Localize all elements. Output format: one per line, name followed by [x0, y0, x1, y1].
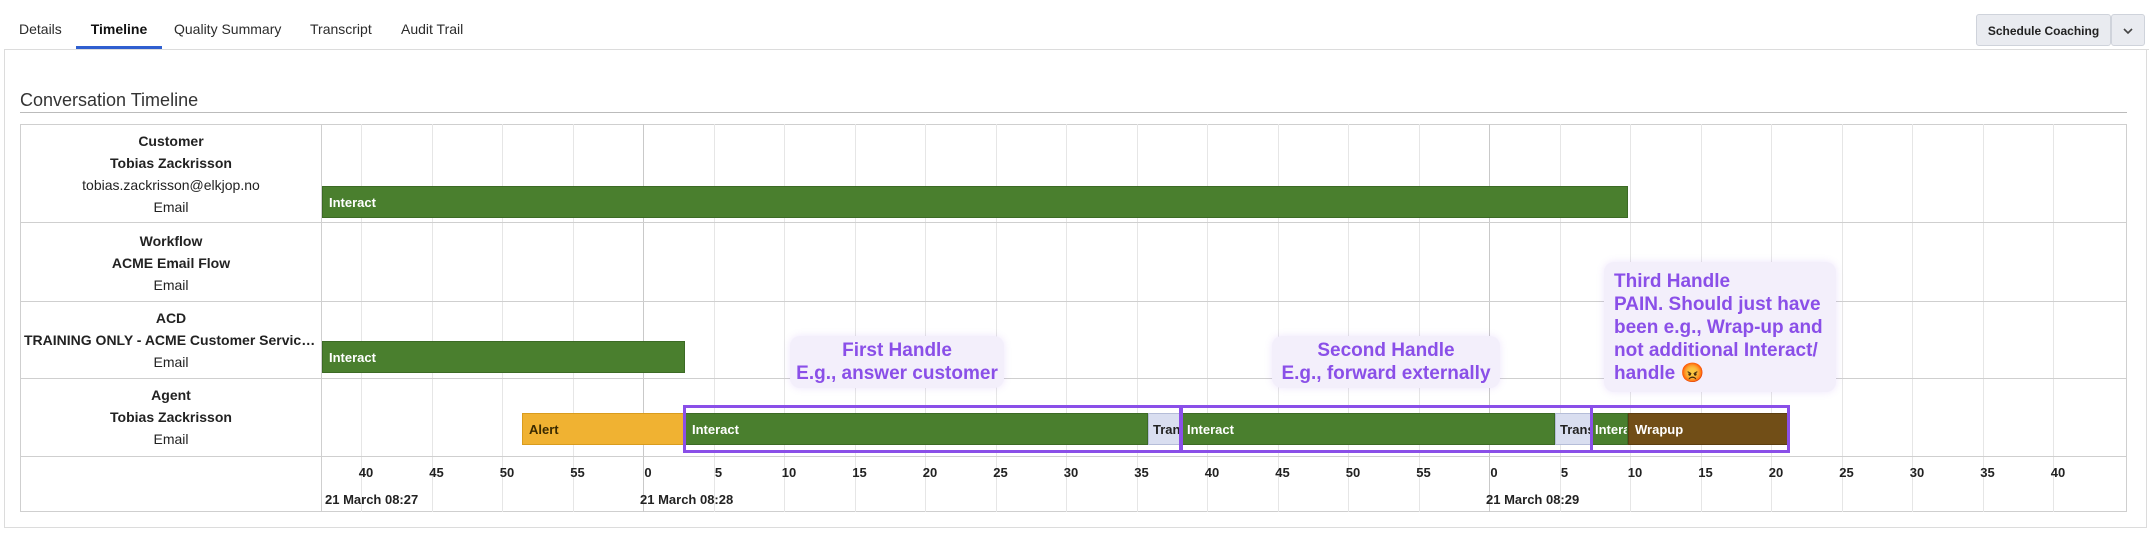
gridline [1559, 124, 1561, 512]
time-tick-label: 35 [1980, 465, 1995, 480]
participant-type: Workflow [139, 233, 203, 249]
gridline [572, 124, 574, 512]
chevron-down-icon [2123, 28, 2133, 35]
schedule-coaching-dropdown-button[interactable] [2111, 14, 2145, 46]
tab-timeline[interactable]: Timeline [76, 0, 162, 49]
time-tick-label: 30 [1063, 465, 1079, 480]
note-title: Second Handle [1317, 340, 1455, 361]
row-label-workflow: Workflow ACME Email Flow Email [20, 230, 322, 296]
time-tick-label: 30 [1909, 465, 1925, 480]
section-divider [20, 112, 2127, 113]
second-handle-highlight [1180, 405, 1593, 453]
time-tick-label: 35 [1134, 465, 1149, 480]
gridline [1277, 124, 1279, 512]
time-tick-label: 25 [1839, 465, 1854, 480]
row-divider [20, 222, 2127, 223]
row-label-acd: ACD TRAINING ONLY - ACME Customer Servic… [20, 307, 322, 373]
time-tick-label: 55 [570, 465, 585, 480]
time-tick-label: 0 [644, 465, 652, 480]
time-tick-label: 20 [922, 465, 938, 480]
participant-name: Tobias Zackrisson [110, 409, 232, 425]
time-tick-label: 55 [1416, 465, 1431, 480]
time-tick-label: 50 [1345, 465, 1361, 480]
third-handle-highlight [1590, 405, 1790, 453]
note-body: PAIN. Should just have been e.g., Wrap-u… [1614, 294, 1823, 384]
segment-acd-interact[interactable]: Interact [322, 341, 685, 373]
participant-type: Customer [138, 133, 204, 149]
gridline [713, 124, 715, 512]
gridline [925, 124, 926, 512]
participant-media: Email [153, 199, 189, 215]
participant-media: Email [153, 354, 189, 370]
participant-name: TRAINING ONLY - ACME Customer Service (E… [24, 332, 322, 348]
time-tick-label: 10 [1627, 465, 1643, 480]
segment-customer-interact[interactable]: Interact [322, 186, 1628, 218]
participant-media: Email [153, 431, 189, 447]
gridline [1348, 124, 1349, 512]
participant-type: ACD [155, 310, 187, 326]
time-tick-label: 40 [1204, 465, 1220, 480]
section-title: Conversation Timeline [20, 90, 199, 110]
participant-media: Email [153, 277, 189, 293]
participant-address: tobias.zackrisson@elkjop.no [82, 177, 260, 193]
time-tick-label: 50 [499, 465, 515, 480]
time-tick-label: 25 [993, 465, 1008, 480]
gridline [784, 124, 785, 512]
time-tick-label: 40 [2050, 465, 2066, 480]
date-label: 21 March 08:27 [325, 492, 419, 507]
participant-type: Agent [151, 387, 191, 403]
segment-agent-alert[interactable]: Alert [522, 413, 685, 445]
participant-name: Tobias Zackrisson [110, 155, 232, 171]
time-tick-label: 45 [429, 465, 444, 480]
schedule-coaching-button[interactable]: Schedule Coaching [1976, 14, 2111, 46]
minute-gridline [643, 124, 644, 512]
gridline [854, 124, 856, 512]
first-handle-highlight [683, 405, 1182, 453]
row-label-customer: Customer Tobias Zackrisson tobias.zackri… [20, 130, 322, 218]
gridline [502, 124, 503, 512]
tab-quality-summary[interactable]: Quality Summary [174, 0, 281, 48]
row-label-agent: Agent Tobias Zackrisson Email [20, 384, 322, 450]
gridline [995, 124, 997, 512]
minute-gridline [1489, 124, 1490, 512]
date-label: 21 March 08:28 [640, 492, 734, 507]
time-tick-label: 10 [781, 465, 797, 480]
note-title: First Handle [842, 340, 952, 361]
time-tick-label: 15 [1698, 465, 1713, 480]
first-handle-note: First Handle E.g., answer customer [790, 336, 1004, 388]
time-tick-label: 20 [1768, 465, 1784, 480]
gridline [431, 124, 433, 512]
note-title: Third Handle [1614, 271, 1731, 292]
gridline [1136, 124, 1138, 512]
second-handle-note: Second Handle E.g., forward externally [1272, 336, 1500, 388]
gridline [2053, 124, 2054, 512]
tab-bar: Details Timeline Quality Summary Transcr… [0, 0, 2153, 50]
tab-audit-trail[interactable]: Audit Trail [401, 0, 463, 48]
row-divider [20, 456, 2127, 457]
time-tick-label: 15 [852, 465, 867, 480]
gridline [1841, 124, 1843, 512]
time-tick-label: 45 [1275, 465, 1290, 480]
gridline [1418, 124, 1420, 512]
time-tick-label: 5 [1560, 465, 1569, 480]
gridline [1912, 124, 1913, 512]
time-tick-label: 0 [1490, 465, 1498, 480]
tab-details[interactable]: Details [19, 0, 62, 48]
date-label: 21 March 08:29 [1486, 492, 1580, 507]
third-handle-note: Third Handle PAIN. Should just have been… [1604, 262, 1836, 392]
tab-transcript[interactable]: Transcript [310, 0, 372, 48]
gridline [1982, 124, 1984, 512]
gridline [1207, 124, 1208, 512]
note-subtitle: E.g., forward externally [1281, 363, 1491, 384]
gridline [361, 124, 362, 512]
note-subtitle: E.g., answer customer [796, 363, 998, 384]
time-tick-label: 5 [714, 465, 723, 480]
gridline [1066, 124, 1067, 512]
time-tick-label: 40 [358, 465, 374, 480]
participant-name: ACME Email Flow [111, 255, 231, 271]
